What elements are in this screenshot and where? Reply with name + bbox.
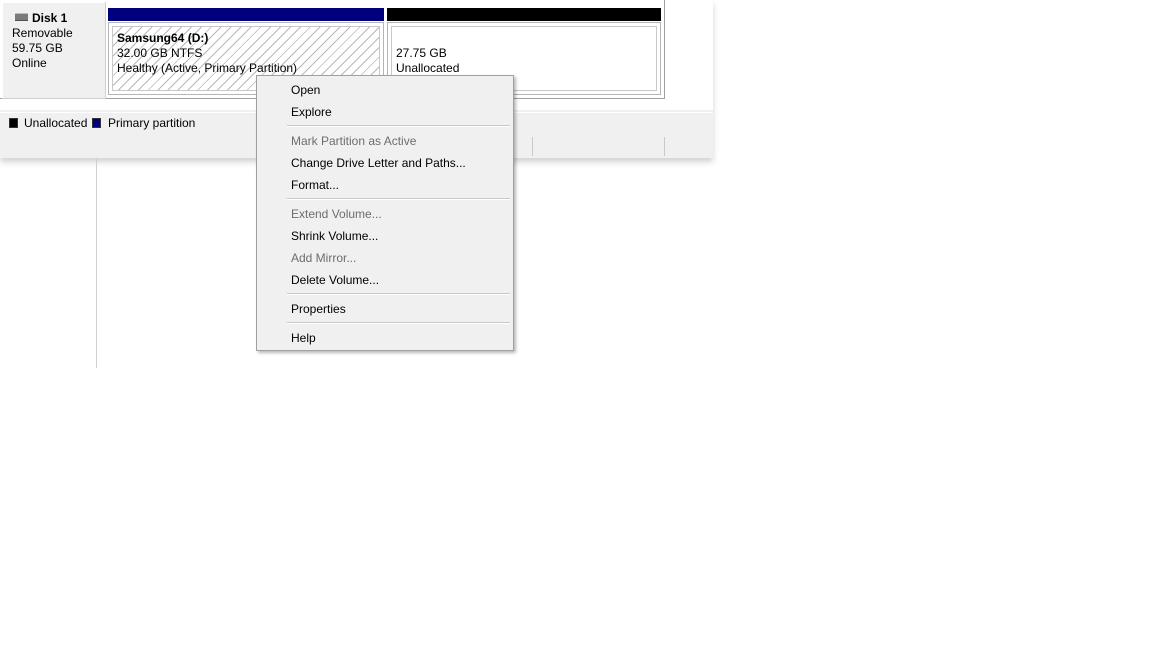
menu-mark-partition-active: Mark Partition as Active [291, 134, 417, 148]
menu-help[interactable]: Help [259, 327, 511, 349]
unallocated-color-bar [387, 8, 661, 21]
disk-drive-icon [15, 13, 28, 21]
menu-properties[interactable]: Properties [259, 298, 511, 320]
disk-size: 59.75 GB [12, 41, 63, 55]
menu-extend-volume: Extend Volume... [291, 207, 382, 221]
legend-swatch-primary [92, 118, 101, 128]
partition-d-name: Samsung64 (D:) [117, 31, 209, 45]
status-separator [532, 137, 533, 156]
menu-open[interactable]: Open [259, 79, 511, 101]
legend-swatch-unallocated [9, 118, 18, 128]
disk-label-panel[interactable]: Disk 1 Removable 59.75 GB Online [2, 2, 106, 99]
menu-separator [287, 293, 510, 295]
legend-label-primary: Primary partition [108, 116, 196, 130]
menu-explore[interactable]: Explore [259, 101, 511, 123]
menu-delete-volume[interactable]: Delete Volume... [259, 269, 511, 291]
menu-separator [287, 125, 510, 127]
context-menu: Open Explore Mark Partition as Active Ch… [256, 75, 514, 351]
partition-d-color-bar [108, 8, 384, 21]
menu-shrink-volume[interactable]: Shrink Volume... [259, 225, 511, 247]
menu-change-drive-letter[interactable]: Change Drive Letter and Paths... [259, 152, 511, 174]
unallocated-size: 27.75 GB [396, 46, 447, 60]
partition-d-size: 32.00 GB NTFS [117, 46, 203, 60]
disk-name: Disk 1 [32, 11, 68, 25]
unallocated-status: Unallocated [396, 61, 460, 75]
menu-add-mirror: Add Mirror... [291, 251, 357, 265]
menu-separator [287, 322, 510, 324]
status-separator [664, 137, 665, 156]
menu-format[interactable]: Format... [259, 174, 511, 196]
partition-d-status: Healthy (Active, Primary Partition) [117, 61, 298, 75]
menu-separator [287, 198, 510, 200]
disk-status: Online [12, 56, 47, 70]
disk-type: Removable [12, 26, 73, 40]
legend-label-unallocated: Unallocated [24, 116, 88, 130]
pane-divider [96, 158, 97, 368]
